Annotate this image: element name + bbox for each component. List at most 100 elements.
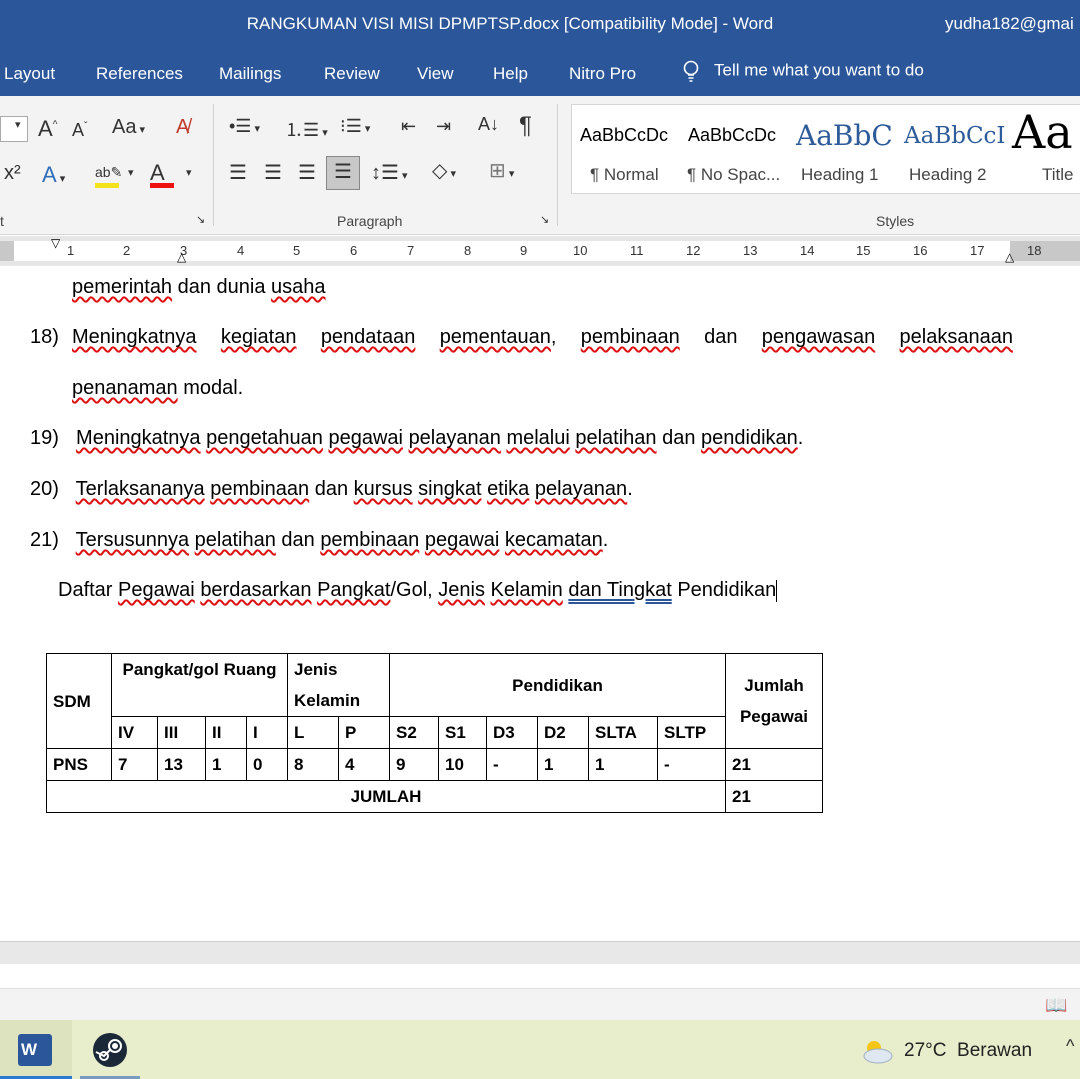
cloudy-sun-icon [863,1041,893,1064]
total-value: 21 [725,780,823,813]
sub-header-l: L [287,716,339,749]
group-label-paragraph: Paragraph [337,213,403,229]
increase-indent-icon[interactable]: ⇥ [436,116,451,137]
table-row-total: JUMLAH 21 [46,780,823,813]
styles-gallery: AaBbCcDc ¶ Normal AaBbCcDc ¶ No Spac... … [571,104,1080,194]
align-center-icon[interactable]: ☰ [264,160,282,185]
table-caption: Daftar Pegawai berdasarkan Pangkat/Gol, … [58,579,778,602]
header-jenis-kelamin: Jenis Kelamin [287,653,390,717]
lightbulb-icon [683,60,699,82]
sub-header-i: I [246,716,288,749]
word-taskbar-button[interactable]: W [0,1020,72,1079]
tab-mailings[interactable]: Mailings [219,64,281,84]
font-color-button[interactable]: A [150,160,174,188]
decrease-indent-icon[interactable]: ⇤ [401,116,416,137]
steam-taskbar-button[interactable] [80,1020,140,1079]
sub-header-iv: IV [111,716,158,749]
style-heading-2[interactable]: AaBbCcI Heading 2 [900,105,1008,193]
tab-references[interactable]: References [96,64,183,84]
tell-me-search[interactable]: Tell me what you want to do [682,60,924,82]
status-bar: 📖 [0,988,1080,1021]
table-row: PNS 7 13 1 0 8 4 9 10 - 1 1 - 21 [46,748,823,781]
taskbar: W 27°C Berawan ^ [0,1020,1080,1079]
style-no-spacing[interactable]: AaBbCcDc ¶ No Spac... [682,105,792,193]
account-name[interactable]: yudha182@gmai [945,14,1074,34]
dialog-launcher-icon[interactable]: ↘ [540,213,549,226]
chevron-down-icon: ▾ [15,119,21,131]
row-total: 21 [725,748,823,781]
chevron-down-icon[interactable]: ▾ [128,166,134,179]
align-right-icon[interactable]: ☰ [298,160,316,185]
group-label-font: t [0,213,4,229]
sub-header-d3: D3 [486,716,538,749]
shrink-font-button[interactable]: Aˇ [72,120,87,141]
tab-view[interactable]: View [417,64,454,84]
weather-widget[interactable]: 27°C Berawan [860,1038,1032,1064]
chevron-up-icon[interactable]: ^ [1066,1036,1074,1057]
list-item-18-text: Meningkatnya kegiatan pendataan pementau… [72,326,1013,348]
group-label-styles: Styles [876,213,915,229]
ribbon-tabs: Layout References Mailings Review View H… [0,50,1080,96]
multilevel-list-icon[interactable]: ⁝☰ ▾ [340,116,370,137]
word-icon: W [18,1034,52,1066]
style-heading-1[interactable]: AaBbC Heading 1 [792,105,900,193]
sub-header-slta: SLTA [588,716,658,749]
header-sdm: SDM [46,653,112,749]
weather-condition: Berawan [957,1040,1033,1062]
list-item-19: 19) Meningkatnya pengetahuan pegawai pel… [30,427,804,449]
sub-header-ii: II [205,716,247,749]
window-title: RANGKUMAN VISI MISI DPMPTSP.docx [Compat… [246,14,774,33]
highlight-color-button[interactable]: ab✎ [95,160,122,188]
numbering-icon[interactable]: ⒈☰ ▾ [285,116,328,142]
list-item-18: 18) [30,326,59,348]
grow-font-button[interactable]: A^ [38,116,57,142]
sub-header-iii: III [157,716,206,749]
tab-nitro-pro[interactable]: Nitro Pro [569,64,636,84]
title-bar: RANGKUMAN VISI MISI DPMPTSP.docx [Compat… [0,0,1080,50]
sub-header-sltp: SLTP [657,716,726,749]
justify-icon[interactable]: ☰ [326,156,360,190]
sub-header-s2: S2 [389,716,439,749]
sub-header-p: P [338,716,390,749]
shading-icon[interactable]: ◇ ▾ [432,158,456,183]
text-effects-icon[interactable]: A ▾ [42,162,65,188]
dialog-launcher-icon[interactable]: ↘ [196,213,205,226]
header-pendidikan: Pendidikan [389,653,726,717]
text-cursor [776,579,778,602]
document-page[interactable]: pemerintah dan dunia usaha 18) Meningkat… [0,266,1080,941]
steam-icon [93,1033,127,1067]
borders-icon[interactable]: ⊞ ▾ [489,158,514,183]
bullets-icon[interactable]: •☰ ▾ [229,116,260,137]
tab-review[interactable]: Review [324,64,380,84]
superscript-button[interactable]: x² [4,162,21,185]
horizontal-ruler[interactable]: 1 2 3 4 5 6 7 8 9 10 11 12 13 14 15 16 1… [0,236,1080,266]
show-formatting-icon[interactable]: ¶ [519,112,532,140]
horizontal-scrollbar[interactable] [0,941,1080,964]
employee-table[interactable]: SDM Pangkat/gol Ruang Jenis Kelamin Pend… [46,653,823,813]
sub-header-d2: D2 [537,716,589,749]
paragraph-17-continued: pemerintah dan dunia usaha [72,276,326,298]
line-spacing-icon[interactable]: ↕☰ ▾ [371,160,408,185]
list-item-20: 20) Terlaksananya pembinaan dan kursus s… [30,478,633,500]
header-jumlah-pegawai: Jumlah Pegawai [725,653,823,749]
tab-help[interactable]: Help [493,64,528,84]
chevron-down-icon[interactable]: ▾ [186,166,192,179]
first-line-indent-marker[interactable]: ▽ [51,236,60,250]
align-left-icon[interactable]: ☰ [229,160,247,185]
total-label: JUMLAH [46,780,726,813]
style-title[interactable]: Aa Title [1008,105,1080,193]
clear-formatting-icon[interactable]: A̸ [176,116,189,139]
tab-layout[interactable]: Layout [4,64,55,84]
read-mode-icon[interactable]: 📖 [1045,995,1067,1016]
right-indent-marker[interactable]: △ [1005,250,1014,264]
sort-icon[interactable]: A↓ [478,114,499,135]
list-item-21: 21) Tersusunnya pelatihan dan pembinaan … [30,529,609,551]
change-case-button[interactable]: Aa ▾ [112,116,145,139]
hanging-indent-marker[interactable]: △ [177,250,186,264]
font-size-dropdown[interactable]: ▾ [0,116,28,142]
list-item-18-continued: penanaman modal. [72,377,244,399]
highlighter-icon: ab✎ [95,164,123,180]
style-normal[interactable]: AaBbCcDc ¶ Normal [572,105,682,193]
row-label: PNS [46,748,112,781]
weather-temperature: 27°C [904,1040,947,1062]
